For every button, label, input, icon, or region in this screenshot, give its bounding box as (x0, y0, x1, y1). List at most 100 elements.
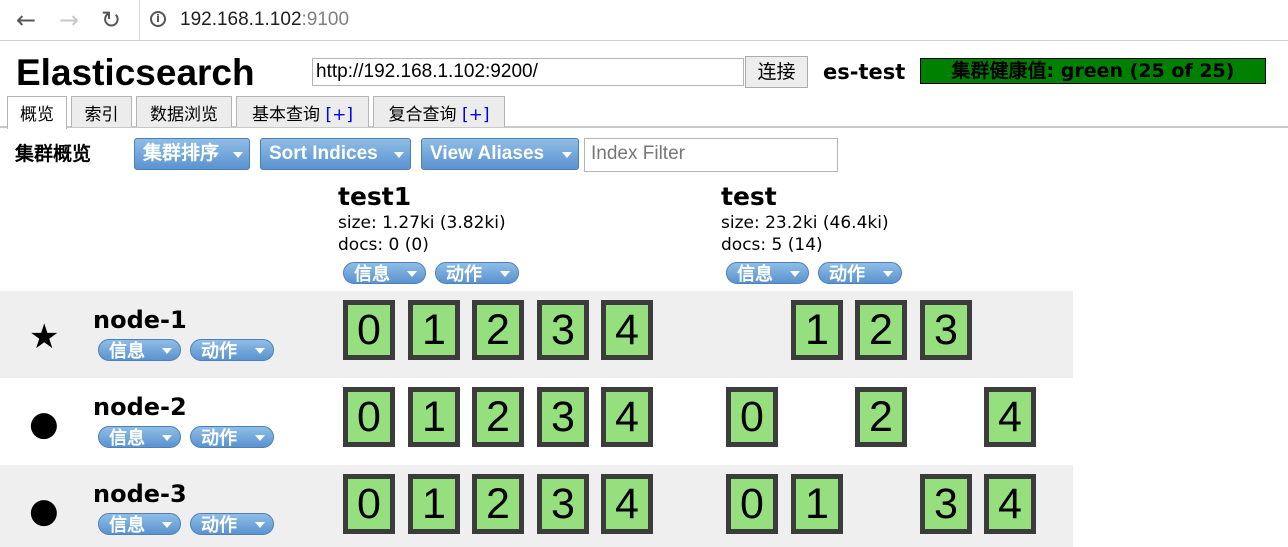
shard[interactable]: 3 (920, 474, 972, 534)
arrow-right-icon[interactable]: → (55, 6, 83, 34)
tab-label: 概览 (20, 105, 54, 125)
index-size: size: 1.27ki (3.82ki) (338, 213, 506, 233)
shard[interactable]: 4 (984, 474, 1036, 534)
shard[interactable]: 0 (726, 387, 778, 447)
shard[interactable]: 2 (472, 387, 524, 447)
cluster-name: es-test (823, 60, 906, 84)
button-label: 信息 (354, 264, 390, 284)
shard[interactable]: 0 (343, 387, 395, 447)
shard[interactable]: 0 (726, 474, 778, 534)
button-label: 动作 (201, 515, 237, 535)
node-action-button[interactable]: 动作 (190, 513, 274, 535)
node-name: node-2 (93, 393, 187, 421)
button-label: 信息 (109, 515, 145, 535)
dropdown-label: 集群排序 (143, 143, 220, 164)
shard[interactable]: 1 (408, 474, 460, 534)
index-docs: docs: 0 (0) (338, 235, 429, 255)
connect-button[interactable]: 连接 (745, 56, 808, 88)
add-tab-link[interactable]: [+] (462, 105, 490, 125)
chevron-down-icon (407, 271, 417, 277)
dropdown-label: View Aliases (430, 143, 545, 164)
chevron-down-icon (233, 152, 243, 158)
chevron-down-icon (790, 271, 800, 277)
tab-indices[interactable]: 索引 (71, 96, 132, 127)
shard[interactable]: 3 (537, 387, 589, 447)
index-info-button[interactable]: 信息 (726, 262, 809, 284)
add-tab-link[interactable]: [+] (325, 105, 353, 125)
chevron-down-icon (162, 348, 172, 354)
node-row: ● node-3 信息 动作 0 1 2 3 4 0 1 3 4 (0, 465, 1073, 547)
node-action-button[interactable]: 动作 (190, 339, 274, 361)
shard[interactable]: 2 (472, 474, 524, 534)
index-size: size: 23.2ki (46.4ki) (721, 213, 889, 233)
index-docs: docs: 5 (14) (721, 235, 823, 255)
button-label: 信息 (737, 264, 773, 284)
node-row: ● node-2 信息 动作 0 1 2 3 4 0 2 4 (0, 378, 1073, 465)
arrow-left-icon[interactable]: ← (12, 6, 40, 34)
tab-label: 基本查询 (252, 105, 321, 125)
tab-label: 复合查询 (388, 105, 457, 125)
cluster-health-badge: 集群健康值: green (25 of 25) (920, 58, 1266, 84)
shard[interactable]: 3 (920, 300, 972, 360)
url-host: 192.168.1.102 (180, 9, 302, 30)
circle-icon: ● (29, 491, 59, 531)
tab-compound-query[interactable]: 复合查询 [+] (373, 96, 505, 127)
connect-url-input[interactable]: http://192.168.1.102:9200/ (312, 58, 744, 86)
node-row: ★ node-1 信息 动作 0 1 2 3 4 1 2 3 (0, 291, 1073, 378)
overview-title: 集群概览 (15, 143, 92, 165)
sort-cluster-dropdown[interactable]: 集群排序 (134, 138, 250, 170)
app-title: Elasticsearch (16, 52, 255, 93)
node-name: node-3 (93, 480, 187, 508)
tab-label: 数据浏览 (150, 105, 218, 125)
dropdown-label: Sort Indices (269, 143, 378, 164)
node-info-button[interactable]: 信息 (98, 339, 181, 361)
shard[interactable]: 2 (855, 387, 907, 447)
node-info-button[interactable]: 信息 (98, 426, 181, 448)
view-aliases-dropdown[interactable]: View Aliases (421, 138, 579, 170)
address-url[interactable]: 192.168.1.102:9100 (180, 8, 349, 32)
button-label: 信息 (109, 341, 145, 361)
chevron-down-icon (562, 152, 572, 158)
index-filter-input[interactable]: Index Filter (584, 138, 838, 172)
index-name: test (721, 182, 777, 211)
index-action-button[interactable]: 动作 (818, 262, 902, 284)
star-icon: ★ (29, 317, 60, 357)
reload-icon[interactable]: ↻ (97, 6, 125, 34)
shard[interactable]: 0 (343, 300, 395, 360)
circle-icon: ● (29, 404, 59, 444)
shard[interactable]: 1 (791, 474, 843, 534)
shard[interactable]: 4 (601, 474, 653, 534)
info-icon[interactable]: i (150, 11, 166, 27)
browser-toolbar: ← → ↻ i 192.168.1.102:9100 (0, 0, 1288, 41)
shard[interactable]: 1 (408, 300, 460, 360)
index-info-button[interactable]: 信息 (343, 262, 426, 284)
shard[interactable]: 0 (343, 474, 395, 534)
node-action-button[interactable]: 动作 (190, 426, 274, 448)
button-label: 动作 (829, 264, 865, 284)
chevron-down-icon (162, 522, 172, 528)
index-action-button[interactable]: 动作 (435, 262, 519, 284)
button-label: 动作 (201, 428, 237, 448)
button-label: 信息 (109, 428, 145, 448)
shard[interactable]: 3 (537, 300, 589, 360)
node-info-button[interactable]: 信息 (98, 513, 181, 535)
chevron-down-icon (394, 152, 404, 158)
index-name: test1 (338, 182, 412, 211)
shard[interactable]: 2 (472, 300, 524, 360)
shard[interactable]: 1 (408, 387, 460, 447)
shard[interactable]: 4 (601, 300, 653, 360)
address-bar[interactable]: i 192.168.1.102:9100 (139, 0, 1288, 40)
chevron-down-icon (255, 522, 265, 528)
shard[interactable]: 4 (601, 387, 653, 447)
sort-indices-dropdown[interactable]: Sort Indices (260, 138, 411, 170)
node-name: node-1 (93, 306, 187, 334)
tab-overview[interactable]: 概览 (7, 96, 67, 129)
tab-browser[interactable]: 数据浏览 (136, 96, 232, 127)
tab-basic-query[interactable]: 基本查询 [+] (236, 96, 369, 127)
shard[interactable]: 2 (855, 300, 907, 360)
chevron-down-icon (162, 435, 172, 441)
shard[interactable]: 1 (791, 300, 843, 360)
shard[interactable]: 4 (984, 387, 1036, 447)
url-port: :9100 (301, 9, 350, 30)
shard[interactable]: 3 (537, 474, 589, 534)
